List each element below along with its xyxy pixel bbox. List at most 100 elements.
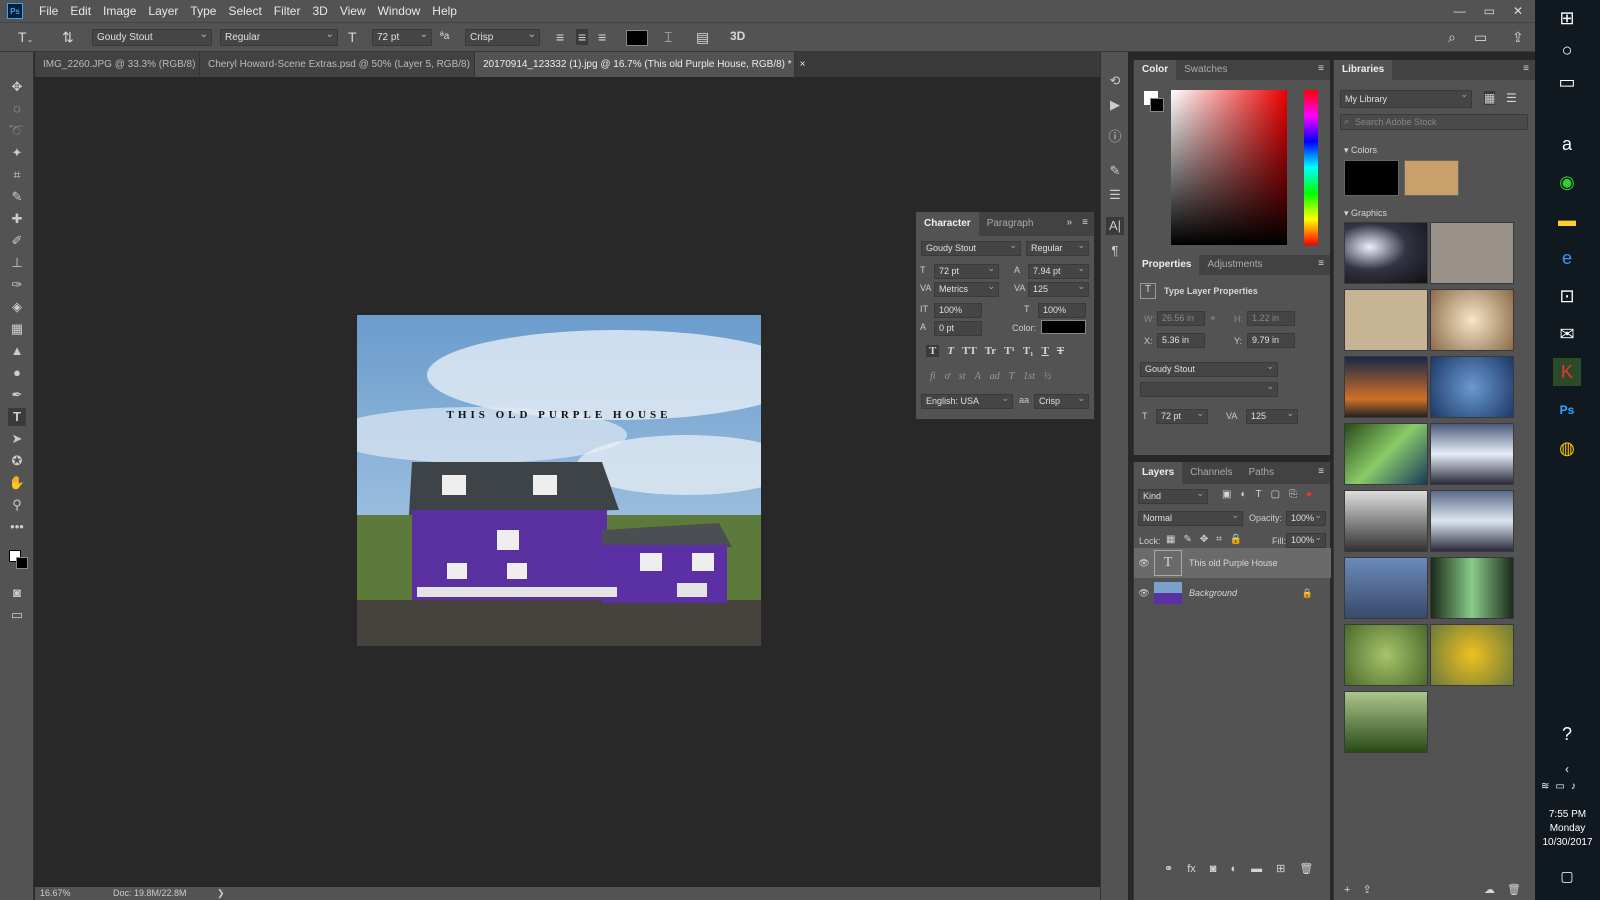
tripadvisor-icon[interactable]: ◉ [1553,168,1581,196]
clone-stamp-tool-icon[interactable]: ⊥ [8,254,26,272]
tab-properties[interactable]: Properties [1134,255,1200,275]
filter-pixel-icon[interactable]: ▣ [1222,489,1231,500]
layer-row-text[interactable]: 👁 T This old Purple House [1134,548,1331,578]
tab-adjustments[interactable]: Adjustments [1199,255,1270,275]
new-layer-icon[interactable]: ⊞ [1276,862,1285,875]
tab-channels[interactable]: Channels [1182,462,1240,484]
filter-toggle-icon[interactable]: ● [1306,489,1312,500]
graphic-thumbnail[interactable] [1344,490,1428,552]
eyedropper-tool-icon[interactable]: ✎ [8,188,26,206]
character-icon[interactable]: A| [1106,217,1124,235]
collapse-panel-icon[interactable]: » [1066,217,1072,228]
battery-icon[interactable]: ▭ [1555,781,1564,792]
library-color-tan[interactable] [1404,160,1459,196]
adjust-sliders-icon[interactable]: ☰ [1106,186,1124,204]
faux-italic-button[interactable]: T [947,345,954,357]
menu-help[interactable]: Help [426,4,463,18]
underline-button[interactable]: T [1041,345,1048,357]
filter-type-icon[interactable]: T [1256,489,1262,500]
wifi-icon[interactable]: ≋ [1541,781,1549,792]
graphic-thumbnail[interactable] [1430,624,1514,686]
gradient-tool-icon[interactable]: ▦ [8,320,26,338]
volume-icon[interactable]: ♪ [1571,781,1576,792]
quick-mask-icon[interactable]: ◙ [8,584,26,602]
layer-name[interactable]: This old Purple House [1189,558,1278,568]
screen-mode-icon[interactable]: ▭ [8,606,26,624]
prop-font-size[interactable]: 72 pt [1156,408,1208,424]
magic-wand-tool-icon[interactable]: ✦ [8,144,26,162]
menu-file[interactable]: File [33,4,64,18]
graphic-thumbnail[interactable] [1344,624,1428,686]
edge-icon[interactable]: e [1553,244,1581,272]
brush-tool-icon[interactable]: ✐ [8,232,26,250]
warp-text-icon[interactable]: ⌶ [664,29,672,46]
graphic-thumbnail[interactable] [1430,289,1514,351]
delete-library-item-icon[interactable]: 🗑 [1507,883,1521,896]
char-vertical-scale[interactable]: 100% [934,303,982,318]
lock-artboard-icon[interactable]: ⌗ [1216,534,1222,545]
windows-start-icon[interactable]: ⊞ [1553,4,1581,32]
panel-menu-icon[interactable]: ≡ [1082,217,1088,228]
crop-tool-icon[interactable]: ⌗ [8,166,26,184]
menu-image[interactable]: Image [97,4,142,18]
char-horizontal-scale[interactable]: 100% [1038,303,1086,318]
workspace-icon[interactable]: ▭ [1474,29,1487,46]
prop-font-family[interactable]: Goudy Stout [1140,361,1278,377]
swash-button[interactable]: A [975,371,981,382]
char-font-family[interactable]: Goudy Stout [921,240,1021,256]
graphic-thumbnail[interactable] [1430,423,1514,485]
restore-button[interactable]: ▭ [1484,4,1495,18]
lock-all-icon[interactable]: 🔒 [1230,534,1242,545]
font-family-select[interactable]: Goudy Stout [92,29,212,46]
lasso-tool-icon[interactable]: ➰ [8,122,26,140]
layer-row-background[interactable]: 👁 Background 🔒 [1134,578,1331,608]
prop-x[interactable]: 5.36 in [1157,333,1205,348]
char-tracking[interactable]: 125 [1028,281,1089,297]
filter-shape-icon[interactable]: ▢ [1271,489,1280,500]
antialias-select[interactable]: Crisp [465,29,540,46]
menu-view[interactable]: View [334,4,372,18]
photoshop-logo-icon[interactable]: Ps [7,3,23,19]
healing-brush-tool-icon[interactable]: ✚ [8,210,26,228]
3d-button[interactable]: 3D [730,29,745,43]
info-icon[interactable]: ⓘ [1106,128,1124,146]
tab-paths[interactable]: Paths [1241,462,1283,484]
marquee-tool-icon[interactable]: ◌ [8,100,26,118]
lock-position-icon[interactable]: ✥ [1200,534,1208,545]
char-color-swatch[interactable] [1041,320,1086,334]
panel-menu-icon[interactable]: ≡ [1318,258,1324,269]
tab-purple-house[interactable]: 20170914_123332 (1).jpg @ 16.7% (This ol… [475,52,806,77]
menu-layer[interactable]: Layer [142,4,184,18]
new-group-icon[interactable]: ▬ [1251,863,1262,875]
colors-header[interactable]: ▾ Colors [1344,145,1377,156]
char-baseline-shift[interactable]: 0 pt [934,321,982,336]
library-select[interactable]: My Library [1340,89,1472,108]
tab-color[interactable]: Color [1134,60,1177,80]
strikethrough-button[interactable]: T [1057,345,1064,357]
small-caps-button[interactable]: Tr [985,345,996,357]
char-antialias[interactable]: Crisp [1034,393,1089,409]
prop-height[interactable]: 1.22 in [1247,311,1295,326]
graphic-thumbnail[interactable] [1430,557,1514,619]
visibility-eye-icon[interactable]: 👁 [1134,588,1154,599]
bg-color-swatch[interactable] [1150,98,1164,112]
library-color-black[interactable] [1344,160,1399,196]
pen-tool-icon[interactable]: ✒ [8,386,26,404]
char-font-style[interactable]: Regular [1026,240,1089,256]
move-tool-icon[interactable]: ✥ [8,78,26,96]
sync-icon[interactable]: ☁ [1484,883,1495,896]
status-menu-arrow[interactable]: ❯ [217,888,225,899]
tab-swatches[interactable]: Swatches [1176,60,1235,80]
more-tools-icon[interactable]: ••• [8,518,26,536]
menu-edit[interactable]: Edit [64,4,97,18]
zoom-level[interactable]: 16.67% [40,888,71,898]
graphic-thumbnail[interactable] [1344,691,1428,753]
link-layers-icon[interactable]: ⚭ [1164,862,1173,875]
amazon-icon[interactable]: a [1553,130,1581,158]
type-tool-preset-icon[interactable]: T⌄ [18,29,33,45]
menu-window[interactable]: Window [372,4,427,18]
tab-paragraph[interactable]: Paragraph [979,212,1042,236]
faux-bold-button[interactable]: T [926,345,940,357]
link-icon[interactable]: ⚭ [1209,313,1217,324]
action-center-icon[interactable]: ▢ [1553,862,1581,890]
